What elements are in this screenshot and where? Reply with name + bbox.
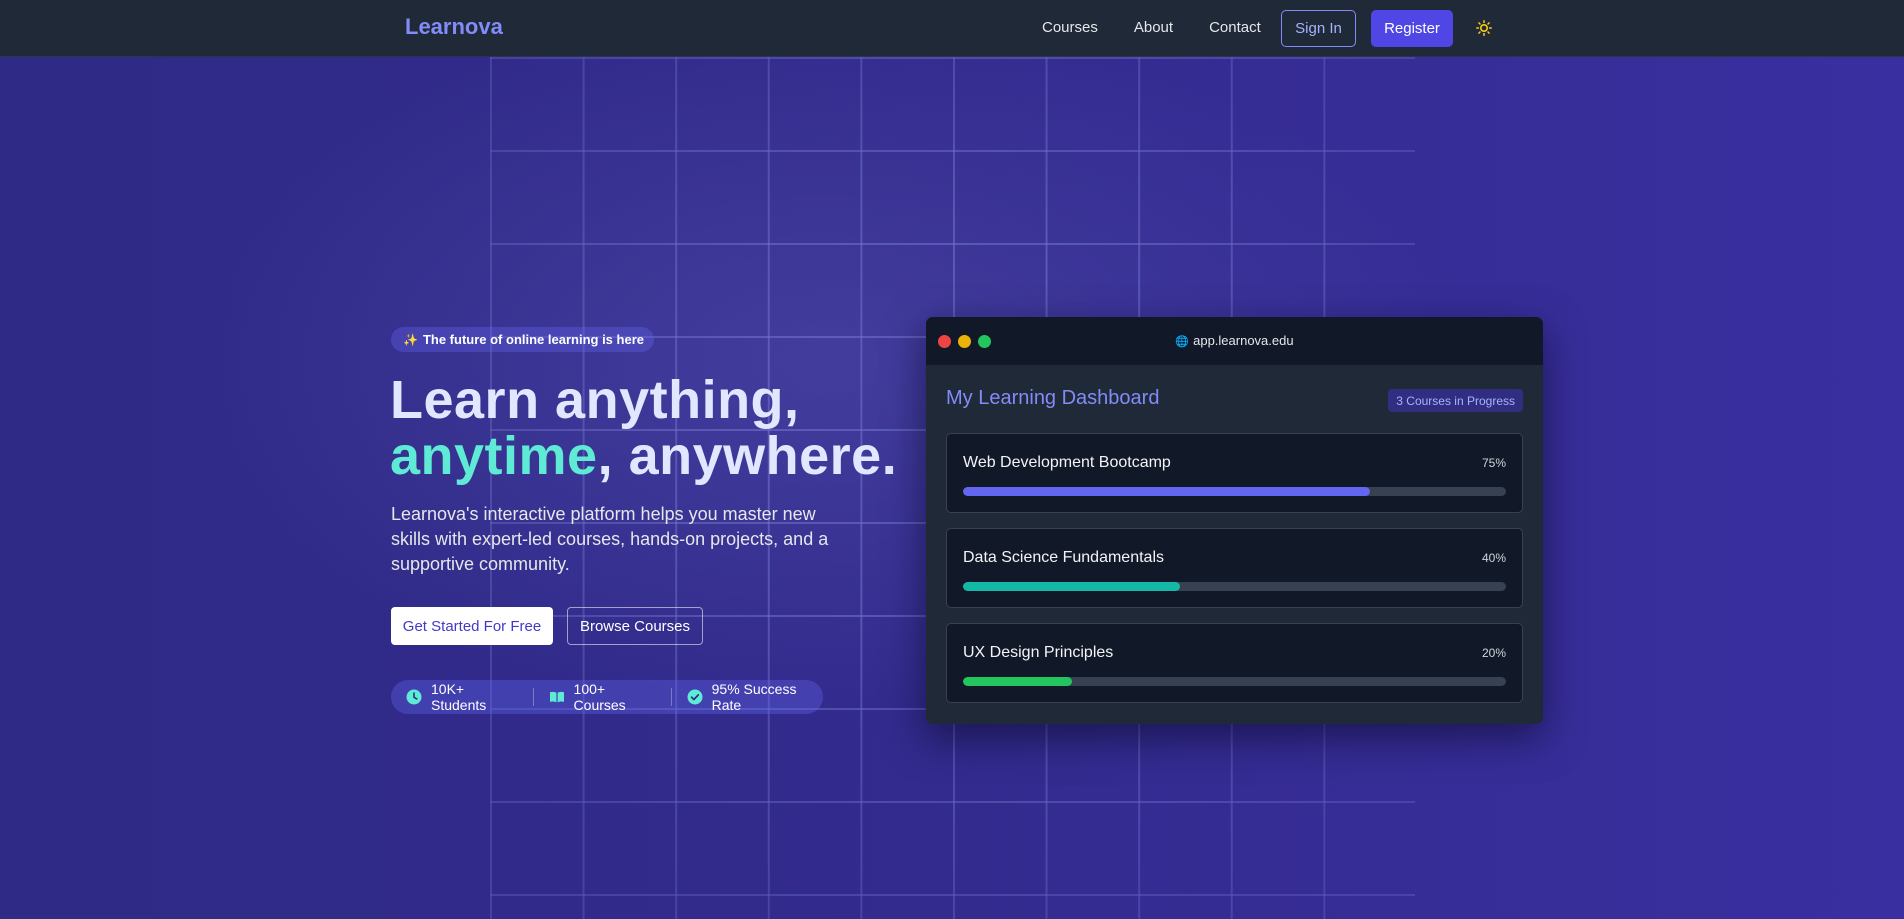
globe-icon: 🌐 bbox=[1175, 336, 1190, 348]
star-icon: ✨ bbox=[403, 332, 418, 347]
stat-label: 100+ Courses bbox=[573, 681, 626, 713]
progress-track bbox=[963, 677, 1506, 686]
course-percent: 40% bbox=[1481, 551, 1506, 565]
courses-in-progress-badge: 3 Courses in Progress bbox=[1388, 389, 1523, 412]
course-card[interactable]: Web Development Bootcamp 75% bbox=[946, 433, 1523, 513]
hero-description: Learnova's interactive platform helps yo… bbox=[391, 504, 829, 574]
window-titlebar: 🌐 app.learnova.edu bbox=[926, 317, 1543, 365]
check-circle-icon bbox=[687, 689, 703, 705]
stats-bar: 10K+ Students 100+ Courses 95% Success R… bbox=[391, 680, 823, 714]
stat-divider bbox=[670, 688, 672, 706]
course-card[interactable]: UX Design Principles 20% bbox=[946, 623, 1523, 703]
sign-in-button[interactable]: Sign In bbox=[1281, 10, 1356, 47]
top-navbar: Learnova Courses About Contact Sign In R… bbox=[0, 0, 1904, 57]
get-started-button[interactable]: Get Started For Free bbox=[391, 607, 553, 645]
browse-courses-button[interactable]: Browse Courses bbox=[567, 607, 703, 645]
url-text: app.learnova.edu bbox=[1193, 333, 1294, 348]
sun-icon[interactable] bbox=[1474, 18, 1494, 38]
clock-icon bbox=[406, 689, 422, 705]
stat-students: 10K+ Students bbox=[406, 681, 518, 713]
headline-line-2: anytime, anywhere. bbox=[390, 428, 897, 484]
course-name: Web Development Bootcamp bbox=[963, 454, 1171, 471]
headline-line-1: Learn anything, bbox=[390, 370, 800, 430]
dashboard-preview-window: 🌐 app.learnova.edu My Learning Dashboard … bbox=[926, 317, 1543, 724]
progress-track bbox=[963, 582, 1506, 591]
dashboard-title: My Learning Dashboard bbox=[946, 387, 1160, 409]
stat-label: 95% Success Rate bbox=[711, 681, 797, 713]
nav-link-about[interactable]: About bbox=[1134, 19, 1173, 36]
headline-rest: , anywhere. bbox=[597, 426, 898, 486]
progress-fill bbox=[963, 582, 1181, 591]
tagline-text: The future of online learning is here bbox=[422, 332, 644, 347]
book-icon bbox=[549, 689, 565, 705]
nav-link-courses[interactable]: Courses bbox=[1042, 19, 1098, 36]
progress-fill bbox=[963, 487, 1371, 496]
stat-courses: 100+ Courses bbox=[549, 681, 656, 713]
course-percent: 20% bbox=[1481, 646, 1506, 660]
nav-links: Courses About Contact bbox=[1042, 19, 1297, 36]
stat-divider bbox=[532, 688, 534, 706]
headline-accent: anytime bbox=[390, 426, 598, 486]
stat-label: 10K+ Students bbox=[431, 681, 487, 713]
progress-fill bbox=[963, 677, 1072, 686]
window-url: 🌐 app.learnova.edu bbox=[926, 333, 1543, 348]
logo[interactable]: Learnova bbox=[405, 14, 503, 40]
hero-headline: Learn anything, anytime, anywhere. bbox=[390, 372, 897, 484]
tagline-badge: ✨ The future of online learning is here bbox=[391, 327, 654, 352]
course-name: UX Design Principles bbox=[963, 644, 1114, 661]
progress-track bbox=[963, 487, 1506, 496]
course-name: Data Science Fundamentals bbox=[963, 549, 1164, 566]
nav-link-contact[interactable]: Contact bbox=[1209, 19, 1261, 36]
course-percent: 75% bbox=[1481, 456, 1506, 470]
course-card[interactable]: Data Science Fundamentals 40% bbox=[946, 528, 1523, 608]
stat-success: 95% Success Rate bbox=[687, 681, 823, 713]
register-button[interactable]: Register bbox=[1371, 10, 1453, 47]
